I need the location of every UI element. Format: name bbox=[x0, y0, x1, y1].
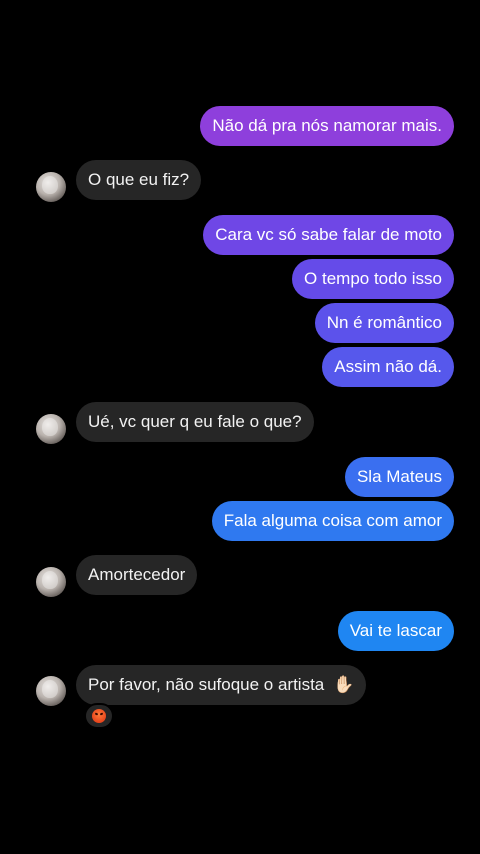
message-bubble-incoming[interactable]: Por favor, não sufoque o artista ✋🏻 bbox=[76, 665, 367, 705]
message-bubble-outgoing[interactable]: Fala alguma coisa com amor bbox=[211, 501, 454, 541]
message-bubble-incoming[interactable]: Amortecedor bbox=[76, 555, 198, 595]
angry-face-icon bbox=[92, 709, 106, 723]
avatar[interactable] bbox=[36, 172, 66, 202]
message-bubble-incoming[interactable]: O que eu fiz? bbox=[76, 160, 202, 200]
message-bubble-incoming[interactable]: Ué, vc quer q eu fale o que? bbox=[76, 402, 314, 442]
message-bubble-outgoing[interactable]: Cara vc só sabe falar de moto bbox=[203, 215, 454, 255]
avatar[interactable] bbox=[36, 414, 66, 444]
avatar[interactable] bbox=[36, 567, 66, 597]
raised-hand-emoji-icon: ✋🏻 bbox=[333, 675, 355, 694]
message-text: Por favor, não sufoque o artista bbox=[88, 675, 325, 694]
avatar[interactable] bbox=[36, 676, 66, 706]
message-bubble-outgoing[interactable]: Sla Mateus bbox=[344, 457, 454, 497]
reaction-badge[interactable] bbox=[84, 703, 114, 729]
message-bubble-outgoing[interactable]: O tempo todo isso bbox=[292, 259, 454, 299]
message-bubble-outgoing[interactable]: Não dá pra nós namorar mais. bbox=[200, 106, 454, 146]
message-bubble-outgoing[interactable]: Nn é romântico bbox=[314, 303, 454, 343]
message-bubble-outgoing[interactable]: Assim não dá. bbox=[322, 347, 454, 387]
message-bubble-outgoing[interactable]: Vai te lascar bbox=[337, 611, 454, 651]
